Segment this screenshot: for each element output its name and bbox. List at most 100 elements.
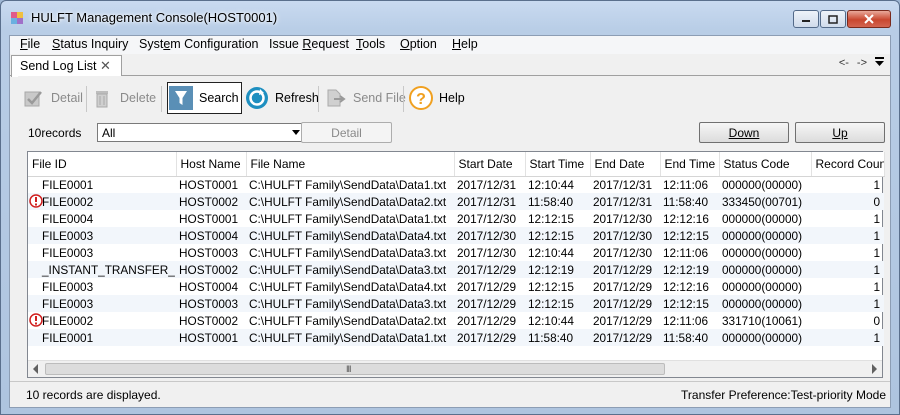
table-cell-start-time: 12:10:44 — [528, 245, 574, 260]
status-message: 10 records are displayed. — [26, 388, 161, 402]
search-toolbar-button[interactable]: Search — [167, 82, 242, 114]
scroll-left-arrow-icon[interactable] — [33, 364, 38, 374]
maximize-button[interactable] — [820, 10, 846, 28]
col-status-code[interactable]: Status Code — [719, 152, 812, 177]
table-cell-start-time: 11:58:40 — [525, 193, 590, 210]
table-row[interactable]: FILE0003 HOST0004 C:\HULFT Family\SendData… — [28, 227, 884, 244]
table-row[interactable]: FILE0002 HOST0002 C:\HULFT Family\SendData… — [28, 312, 884, 329]
horizontal-scrollbar[interactable]: III — [28, 360, 882, 377]
svg-text:?: ? — [416, 91, 426, 108]
table-cell-record-count: 1 — [873, 245, 880, 260]
col-host-name[interactable]: Host Name — [176, 152, 247, 177]
table-cell-end-date: 2017/12/30 — [593, 245, 653, 260]
status-bar: 10 records are displayed. Transfer Prefe… — [10, 381, 890, 407]
table-cell-end-time: 12:11:06 — [663, 245, 709, 260]
help-toolbar-button[interactable]: ? Help — [409, 82, 465, 114]
table-cell-status-code: 000000(00000) — [722, 245, 803, 260]
table-row[interactable]: FILE0003 HOST0003 C:\HULFT Family\SendData… — [28, 295, 884, 312]
error-icon — [29, 313, 43, 327]
close-window-button[interactable] — [847, 10, 891, 28]
col-file-id[interactable]: File ID — [28, 152, 177, 177]
table-cell-end-time: 11:58:40 — [660, 193, 719, 210]
tab-nav-forward[interactable]: -> — [857, 57, 867, 69]
table-cell-end-time: 12:12:15 — [660, 227, 719, 244]
table-cell-host-name: HOST0004 — [176, 227, 246, 244]
menu-help[interactable]: Help — [452, 37, 478, 51]
table-cell-start-date: 2017/12/29 — [454, 261, 525, 278]
tab-send-log-list[interactable]: Send Log List ✕ — [11, 55, 122, 77]
table-cell-end-time: 12:12:16 — [663, 279, 709, 294]
table-cell-host-name: HOST0001 — [179, 211, 239, 226]
tab-list-dropdown-icon[interactable] — [875, 57, 884, 69]
table-cell-file-name: C:\HULFT Family\SendData\Data2.txt — [246, 193, 454, 210]
table-cell-status-code: 333450(00701) — [719, 193, 811, 210]
table-cell-start-time: 12:10:44 — [528, 313, 574, 328]
detail-toolbar-button[interactable]: Detail — [21, 82, 83, 114]
tab-close-icon[interactable]: ✕ — [100, 58, 111, 74]
menu-system-configuration[interactable]: System Configuration — [139, 37, 259, 51]
table-cell-status-code: 000000(00000) — [722, 211, 803, 226]
col-record-count[interactable]: Record Count — [811, 152, 885, 177]
tab-nav-back[interactable]: <- — [839, 57, 849, 69]
records-filter-select[interactable]: All — [97, 123, 304, 142]
table-cell-end-time: 12:12:15 — [660, 295, 719, 312]
table-cell-status-code: 000000(00000) — [719, 261, 811, 278]
table-row[interactable]: FILE0001 HOST0001 C:\HULFT Family\SendData… — [28, 176, 884, 193]
menu-option[interactable]: Option — [400, 37, 437, 51]
table-cell-end-date: 2017/12/31 — [593, 177, 653, 192]
table-cell-file-name: C:\HULFT Family\SendData\Data1.txt — [249, 211, 447, 226]
table-row[interactable]: FILE0003 HOST0003 C:\HULFT Family\SendData… — [28, 244, 884, 261]
filter-detail-button[interactable]: Detail — [301, 122, 392, 143]
trash-icon — [90, 86, 114, 110]
menu-bar: File Status Inquiry System Configuration… — [10, 36, 890, 54]
table-cell-start-time: 12:12:19 — [525, 261, 590, 278]
table-row[interactable]: FILE0003 HOST0004 C:\HULFT Family\SendData… — [28, 278, 884, 295]
table-cell-start-time: 12:12:15 — [525, 227, 590, 244]
client-area: File Status Inquiry System Configuration… — [9, 35, 891, 408]
tab-strip: Send Log List ✕ <- -> — [10, 54, 890, 77]
col-start-date[interactable]: Start Date — [454, 152, 526, 177]
table-cell-host-name: HOST0001 — [176, 329, 246, 346]
up-button[interactable]: Up — [795, 122, 885, 143]
down-button[interactable]: Down — [699, 122, 789, 143]
menu-status-inquiry[interactable]: Status Inquiry — [52, 37, 128, 51]
minimize-icon — [802, 20, 810, 22]
col-end-date[interactable]: End Date — [590, 152, 661, 177]
table-cell-host-name: HOST0003 — [179, 245, 239, 260]
table-cell-host-name: HOST0002 — [179, 313, 239, 328]
table-cell-start-date: 2017/12/29 — [457, 313, 517, 328]
table-cell-file-id: FILE0003 — [42, 245, 94, 260]
col-file-name[interactable]: File Name — [246, 152, 455, 177]
table-cell-file-id: FILE0002 — [28, 193, 176, 210]
col-start-time[interactable]: Start Time — [525, 152, 591, 177]
table-cell-start-time: 12:10:44 — [528, 177, 574, 192]
table-cell-file-name: C:\HULFT Family\SendData\Data3.txt — [249, 245, 447, 260]
table-cell-file-id: FILE0001 — [42, 177, 94, 192]
send-file-toolbar-button[interactable]: Send File — [323, 82, 406, 114]
refresh-toolbar-button[interactable]: Refresh — [245, 82, 319, 114]
table-cell-file-name: C:\HULFT Family\SendData\Data3.txt — [246, 261, 454, 278]
table-row[interactable]: FILE0001 HOST0001 C:\HULFT Family\SendData… — [28, 329, 884, 346]
table-row[interactable]: _INSTANT_TRANSFER_ HOST0002 C:\HULFT Famil… — [28, 261, 884, 278]
table-row[interactable]: FILE0004 HOST0001 C:\HULFT Family\SendData… — [28, 210, 884, 227]
window-title: HULFT Management Console(HOST0001) — [31, 10, 278, 25]
menu-file[interactable]: File — [20, 37, 40, 51]
table-cell-host-name: HOST0002 — [176, 261, 246, 278]
scrollbar-thumb[interactable]: III — [45, 363, 665, 375]
col-end-time[interactable]: End Time — [660, 152, 720, 177]
title-bar[interactable]: HULFT Management Console(HOST0001) — [1, 1, 899, 35]
scroll-right-arrow-icon[interactable] — [872, 364, 877, 374]
table-cell-status-code: 000000(00000) — [722, 177, 803, 192]
minimize-button[interactable] — [793, 10, 819, 28]
delete-toolbar-button[interactable]: Delete — [90, 82, 156, 114]
table-cell-record-count: 1 — [811, 227, 884, 244]
menu-issue-request[interactable]: Issue Request — [269, 37, 349, 51]
error-icon — [29, 194, 43, 208]
table-cell-end-date: 2017/12/30 — [593, 211, 653, 226]
table-cell-start-date: 2017/12/30 — [457, 211, 517, 226]
table-cell-start-date: 2017/12/30 — [457, 245, 517, 260]
app-window: HULFT Management Console(HOST0001) File … — [0, 0, 900, 415]
table-row[interactable]: FILE0002 HOST0002 C:\HULFT Family\SendData… — [28, 193, 884, 210]
table-cell-end-time: 12:12:16 — [663, 211, 709, 226]
menu-tools[interactable]: Tools — [356, 37, 385, 51]
